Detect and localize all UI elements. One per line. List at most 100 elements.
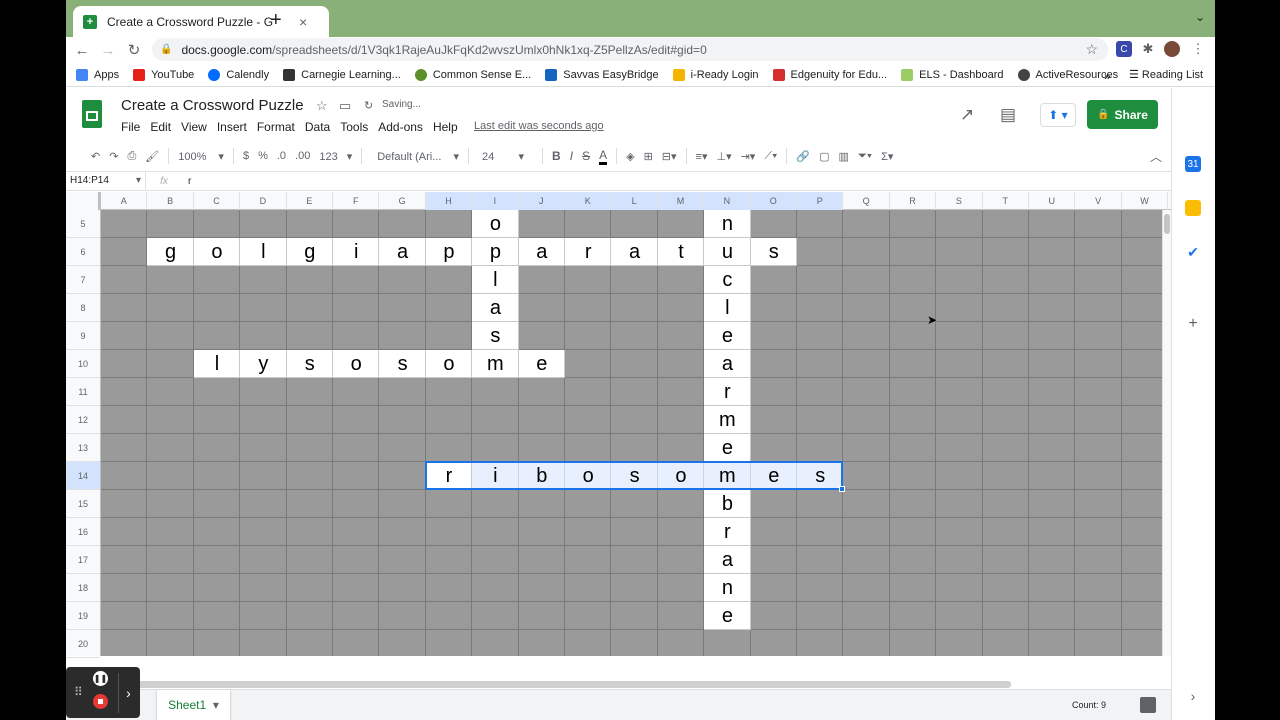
crossword-cell-n16[interactable]: r <box>704 518 751 546</box>
bookmark-edgenuity[interactable]: Edgenuity for Edu... <box>772 68 887 81</box>
empty-cell[interactable] <box>890 490 936 518</box>
bookmark-carnegie[interactable]: Carnegie Learning... <box>283 68 401 81</box>
pause-recording-button[interactable]: ❚❚ <box>93 671 108 686</box>
crossword-cell-n10[interactable]: a <box>704 350 751 378</box>
crossword-cell-i6[interactable]: p <box>472 238 519 266</box>
empty-cell[interactable] <box>101 350 147 378</box>
empty-cell[interactable] <box>751 322 797 350</box>
column-header-h[interactable]: H <box>425 192 473 210</box>
empty-cell[interactable] <box>519 602 565 630</box>
empty-cell[interactable] <box>890 546 936 574</box>
empty-cell[interactable] <box>333 378 379 406</box>
empty-cell[interactable] <box>843 434 889 462</box>
empty-cell[interactable] <box>797 210 843 238</box>
crossword-cell-o14[interactable]: e <box>750 462 797 490</box>
empty-cell[interactable] <box>797 322 843 350</box>
empty-cell[interactable] <box>101 238 147 266</box>
empty-cell[interactable] <box>936 322 982 350</box>
decrease-decimal-button[interactable]: .0 <box>277 150 286 162</box>
empty-cell[interactable] <box>333 462 379 490</box>
empty-cell[interactable] <box>843 518 889 546</box>
empty-cell[interactable] <box>751 546 797 574</box>
row-header-15[interactable]: 15 <box>66 490 100 518</box>
column-header-n[interactable]: N <box>704 192 751 210</box>
crossword-cell-p14[interactable]: s <box>797 462 844 490</box>
empty-cell[interactable] <box>658 406 704 434</box>
empty-cell[interactable] <box>658 490 704 518</box>
empty-cell[interactable] <box>287 322 333 350</box>
menu-help[interactable]: Help <box>433 120 458 134</box>
extension-c-icon[interactable]: C <box>1116 41 1132 57</box>
empty-cell[interactable] <box>287 630 333 656</box>
star-icon[interactable]: ☆ <box>316 98 328 114</box>
empty-cell[interactable] <box>426 210 472 238</box>
empty-cell[interactable] <box>843 378 889 406</box>
row-header-13[interactable]: 13 <box>66 434 100 462</box>
empty-cell[interactable] <box>472 406 518 434</box>
currency-format-button[interactable]: $ <box>243 150 249 162</box>
empty-cell[interactable] <box>519 434 565 462</box>
crossword-cell-n5[interactable]: n <box>704 210 751 238</box>
font-size-select[interactable]: 24 ▾ <box>482 150 524 163</box>
empty-cell[interactable] <box>751 294 797 322</box>
empty-cell[interactable] <box>611 574 657 602</box>
empty-cell[interactable] <box>843 322 889 350</box>
empty-cell[interactable] <box>890 406 936 434</box>
empty-cell[interactable] <box>797 630 843 656</box>
empty-cell[interactable] <box>611 518 657 546</box>
bookmark-apps[interactable]: Apps <box>76 68 119 81</box>
column-header-k[interactable]: K <box>565 192 612 210</box>
empty-cell[interactable] <box>936 546 982 574</box>
empty-cell[interactable] <box>519 518 565 546</box>
empty-cell[interactable] <box>240 406 286 434</box>
empty-cell[interactable] <box>240 434 286 462</box>
empty-cell[interactable] <box>101 630 147 656</box>
empty-cell[interactable] <box>1029 210 1075 238</box>
empty-cell[interactable] <box>333 546 379 574</box>
empty-cell[interactable] <box>797 574 843 602</box>
extensions-puzzle-icon[interactable]: ✱ <box>1140 41 1156 57</box>
empty-cell[interactable] <box>704 630 750 656</box>
menu-format[interactable]: Format <box>257 120 295 134</box>
menu-addons[interactable]: Add-ons <box>378 120 423 134</box>
empty-cell[interactable] <box>936 266 982 294</box>
crossword-cell-n8[interactable]: l <box>704 294 751 322</box>
horizontal-align-icon[interactable]: ≡▾ <box>696 150 708 163</box>
empty-cell[interactable] <box>287 378 333 406</box>
empty-cell[interactable] <box>472 602 518 630</box>
empty-cell[interactable] <box>147 462 193 490</box>
empty-cell[interactable] <box>843 602 889 630</box>
crossword-cell-c10[interactable]: l <box>193 350 241 378</box>
empty-cell[interactable] <box>379 574 425 602</box>
column-header-t[interactable]: T <box>983 192 1029 210</box>
empty-cell[interactable] <box>1075 574 1121 602</box>
empty-cell[interactable] <box>797 434 843 462</box>
empty-cell[interactable] <box>983 210 1029 238</box>
empty-cell[interactable] <box>379 490 425 518</box>
empty-cell[interactable] <box>843 630 889 656</box>
crossword-cell-n18[interactable]: n <box>704 574 751 602</box>
empty-cell[interactable] <box>519 266 565 294</box>
empty-cell[interactable] <box>147 294 193 322</box>
crossword-cell-c6[interactable]: o <box>193 238 241 266</box>
italic-icon[interactable]: I <box>570 149 573 163</box>
empty-cell[interactable] <box>379 294 425 322</box>
empty-cell[interactable] <box>565 574 611 602</box>
empty-cell[interactable] <box>333 266 379 294</box>
empty-cell[interactable] <box>147 490 193 518</box>
paint-format-icon[interactable]: 🖌 <box>145 150 159 163</box>
empty-cell[interactable] <box>240 518 286 546</box>
empty-cell[interactable] <box>101 434 147 462</box>
empty-cell[interactable] <box>472 574 518 602</box>
empty-cell[interactable] <box>333 294 379 322</box>
empty-cell[interactable] <box>843 266 889 294</box>
empty-cell[interactable] <box>1122 574 1162 602</box>
empty-cell[interactable] <box>379 434 425 462</box>
bookmark-youtube[interactable]: YouTube <box>133 68 194 81</box>
empty-cell[interactable] <box>936 406 982 434</box>
empty-cell[interactable] <box>890 266 936 294</box>
empty-cell[interactable] <box>194 490 240 518</box>
empty-cell[interactable] <box>287 574 333 602</box>
empty-cell[interactable] <box>426 378 472 406</box>
empty-cell[interactable] <box>1122 490 1162 518</box>
